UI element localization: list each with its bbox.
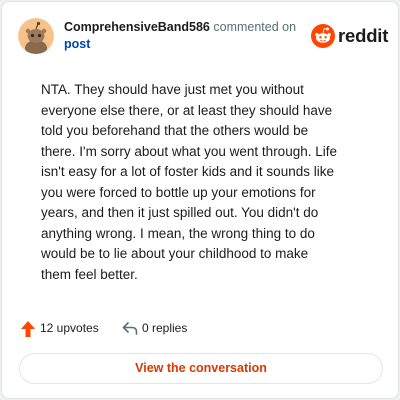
comment-line: there. I'm sorry about what you went thr… <box>41 143 337 159</box>
post-link[interactable]: post <box>64 36 312 53</box>
reply-count: 0 replies <box>142 321 188 335</box>
comment-card: ComprehensiveBand586 commented on post r… <box>1 1 399 399</box>
upvote-arrow-icon <box>21 321 35 337</box>
reddit-logo[interactable]: reddit <box>311 24 389 48</box>
reply-arrow-icon <box>122 322 138 335</box>
comment-line: told you beforehand that the others woul… <box>41 123 309 138</box>
comment-line: everyone else there, or at least they sh… <box>41 102 333 118</box>
comment-line: years, and then it just spilled out. You… <box>41 205 319 220</box>
author-name[interactable]: ComprehensiveBand586 <box>64 20 210 34</box>
snoo-avatar-icon[interactable] <box>18 18 54 54</box>
comment-body: NTA. They should have just met you witho… <box>41 80 387 285</box>
comment-meta: ComprehensiveBand586 commented on post <box>64 19 312 53</box>
comment-line: them feel better. <box>41 266 138 282</box>
comment-actions: 12 upvotes 0 replies <box>20 319 320 339</box>
reddit-snoo-icon <box>311 24 335 48</box>
upvote-count: 12 upvotes <box>40 321 99 335</box>
comment-line: would be to lie about your childhood to … <box>41 246 309 261</box>
view-conversation-button[interactable]: View the conversation <box>19 353 383 384</box>
reddit-wordmark: reddit <box>338 25 389 46</box>
comment-header: ComprehensiveBand586 commented on post r… <box>18 18 389 54</box>
comment-line: NTA. They should have just met you witho… <box>41 82 304 97</box>
comment-line: you were forced to bottle up your emotio… <box>41 184 316 200</box>
comment-line: anything wrong. I mean, the wrong thing … <box>41 225 315 241</box>
comment-line: isn't easy for a lot of foster kids and … <box>41 164 334 179</box>
commented-on-text: commented on <box>213 20 297 34</box>
